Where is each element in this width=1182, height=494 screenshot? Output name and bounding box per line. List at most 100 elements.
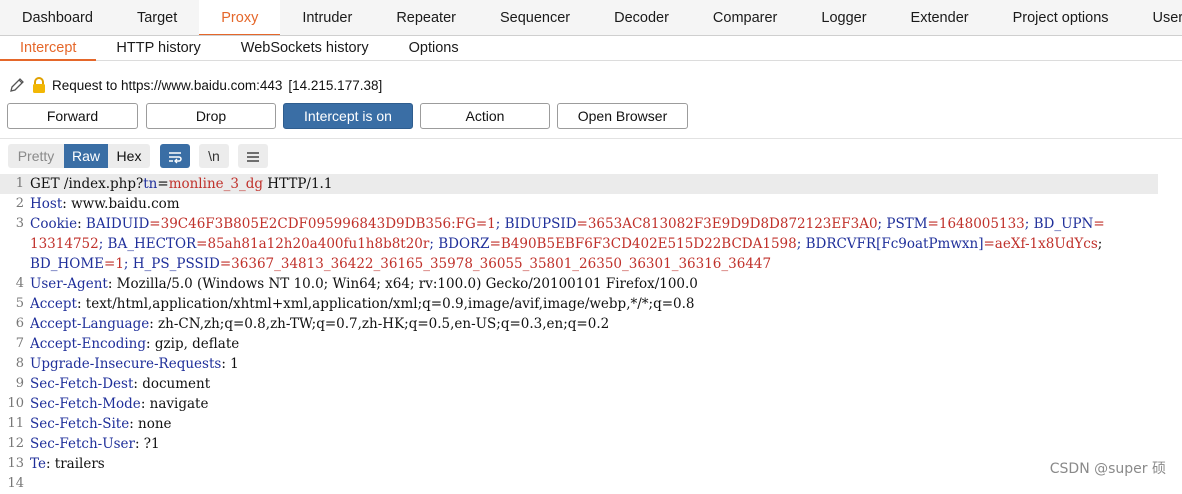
view-raw-button[interactable]: Raw: [64, 144, 108, 168]
header-line: 13 Te: trailers: [0, 454, 1182, 474]
line-number: 14: [7, 476, 24, 491]
header-name: Sec-Fetch-Dest: [30, 376, 134, 392]
cookie-value: =: [1093, 216, 1105, 232]
cookie-key: ; BA_HECTOR: [98, 236, 197, 252]
line-number: 8: [15, 356, 24, 371]
tab-proxy[interactable]: Proxy: [199, 0, 281, 35]
param-key: tn: [143, 176, 158, 192]
param-eq: =: [157, 176, 169, 192]
line-number: 4: [15, 276, 24, 291]
header-line: 8 Upgrade-Insecure-Requests: 1: [0, 354, 1182, 374]
request-editor[interactable]: 1 GET /index.php?tn=monline_3_dg HTTP/1.…: [0, 174, 1182, 491]
open-browser-button[interactable]: Open Browser: [557, 103, 688, 129]
intercept-toggle-button[interactable]: Intercept is on: [283, 103, 413, 129]
line-number: 3: [15, 216, 24, 231]
tab-repeater[interactable]: Repeater: [374, 0, 478, 35]
cookie-key: ; BIDUPSID: [495, 216, 577, 232]
tab-target[interactable]: Target: [115, 0, 199, 35]
drop-button[interactable]: Drop: [146, 103, 276, 129]
request-info: Request to https://www.baidu.com:443 [14…: [8, 74, 382, 96]
line-number: 6: [15, 316, 24, 331]
header-name: Upgrade-Insecure-Requests: [30, 356, 222, 372]
cookie-value: 13314752: [30, 236, 99, 252]
line-number: 5: [15, 296, 24, 311]
tab-intercept[interactable]: Intercept: [0, 36, 97, 61]
tab-intruder[interactable]: Intruder: [280, 0, 374, 35]
tab-sequencer[interactable]: Sequencer: [478, 0, 592, 35]
request-ip: [14.215.177.38]: [288, 77, 383, 93]
cookie-value: =3653AC813082F3E9D9D8D872123EF3A0: [576, 216, 878, 232]
cookie-value: =B490B5EBF6F3CD402E515D22BCDA1598: [489, 236, 797, 252]
proxy-sub-tab-bar: Intercept HTTP history WebSockets histor…: [0, 36, 1182, 61]
main-tab-bar: Dashboard Target Proxy Intruder Repeater…: [0, 0, 1182, 36]
tab-comparer[interactable]: Comparer: [691, 0, 799, 35]
cookie-value: =1648005133: [927, 216, 1025, 232]
line-number: 1: [15, 176, 24, 191]
cookie-key: BD_HOME: [30, 256, 105, 272]
cookie-value: =1: [104, 256, 124, 272]
header-name: Host: [30, 196, 63, 212]
forward-button[interactable]: Forward: [7, 103, 138, 129]
cookie-value: =36367_34813_36422_36165_35978_36055_358…: [219, 256, 772, 272]
tab-extender[interactable]: Extender: [889, 0, 991, 35]
request-protocol: HTTP/1.1: [263, 176, 333, 192]
cookie-value: =aeXf-1x8UdYcs: [983, 236, 1098, 252]
watermark: CSDN @super 硕: [1049, 461, 1166, 477]
header-value: : document: [133, 376, 211, 392]
header-name: Accept: [30, 296, 77, 312]
line-number: 13: [7, 456, 24, 471]
tab-dashboard[interactable]: Dashboard: [0, 0, 115, 35]
header-line: 5 Accept: text/html,application/xhtml+xm…: [0, 294, 1182, 314]
header-value: : ?1: [134, 436, 160, 452]
view-pretty-button[interactable]: Pretty: [8, 144, 64, 168]
wrap-lines-icon[interactable]: [160, 144, 190, 168]
cookie-key: ; BDORZ: [429, 236, 490, 252]
cookie-value: =85ah81a12h20a400fu1h8b8t20r: [196, 236, 430, 252]
cookie-key: ; PSTM: [877, 216, 928, 232]
view-hex-button[interactable]: Hex: [108, 144, 150, 168]
header-value: : navigate: [140, 396, 209, 412]
header-value: : 1: [221, 356, 239, 372]
tab-http-history[interactable]: HTTP history: [96, 36, 220, 61]
line-number: 2: [15, 196, 24, 211]
tab-user-options[interactable]: User options: [1131, 0, 1182, 35]
cookie-key: ; BD_UPN: [1024, 216, 1094, 232]
request-url: Request to https://www.baidu.com:443: [52, 77, 283, 93]
header-value: : text/html,application/xhtml+xml,applic…: [76, 296, 695, 312]
header-name: Accept-Language: [30, 316, 150, 332]
header-name: User-Agent: [30, 276, 108, 292]
cookie-key: BAIDUID: [81, 216, 150, 232]
cookie-line-wrap: 13314752; BA_HECTOR=85ah81a12h20a400fu1h…: [0, 234, 1182, 254]
line-number: 11: [7, 416, 24, 431]
header-line: 12 Sec-Fetch-User: ?1: [0, 434, 1182, 454]
header-line: 4 User-Agent: Mozilla/5.0 (Windows NT 10…: [0, 274, 1182, 294]
header-line: 11 Sec-Fetch-Site: none: [0, 414, 1182, 434]
tab-decoder[interactable]: Decoder: [592, 0, 691, 35]
show-newlines-button[interactable]: \n: [199, 144, 229, 168]
header-value: : gzip, deflate: [146, 336, 240, 352]
line-number: 10: [7, 396, 24, 411]
cookie-key: ; H_PS_PSSID: [123, 256, 220, 272]
header-name: Sec-Fetch-Site: [30, 416, 130, 432]
param-value: monline_3_dg: [168, 176, 264, 192]
empty-line: 14: [0, 474, 1182, 494]
line-number: 9: [15, 376, 24, 391]
tab-websockets-history[interactable]: WebSockets history: [221, 36, 389, 61]
pencil-icon[interactable]: [8, 76, 26, 94]
action-button[interactable]: Action: [420, 103, 550, 129]
tab-project-options[interactable]: Project options: [991, 0, 1131, 35]
header-name: Sec-Fetch-User: [30, 436, 135, 452]
cookie-line: 3 Cookie: BAIDUID=39C46F3B805E2CDF095996…: [0, 214, 1182, 234]
header-name: Sec-Fetch-Mode: [30, 396, 141, 412]
header-value: : Mozilla/5.0 (Windows NT 10.0; Win64; x…: [107, 276, 698, 292]
cookie-separator: ;: [1097, 236, 1103, 252]
message-editor-toolbar: Pretty Raw Hex \n: [0, 138, 1182, 172]
request-line: 1 GET /index.php?tn=monline_3_dg HTTP/1.…: [0, 174, 1158, 194]
tab-logger[interactable]: Logger: [799, 0, 888, 35]
menu-icon[interactable]: [238, 144, 268, 168]
header-line: 7 Accept-Encoding: gzip, deflate: [0, 334, 1182, 354]
header-line: 10 Sec-Fetch-Mode: navigate: [0, 394, 1182, 414]
header-value: : www.baidu.com: [62, 196, 180, 212]
cookie-key: ; BDRCVFR[Fc9oatPmwxn]: [796, 236, 984, 252]
tab-proxy-options[interactable]: Options: [389, 36, 479, 61]
